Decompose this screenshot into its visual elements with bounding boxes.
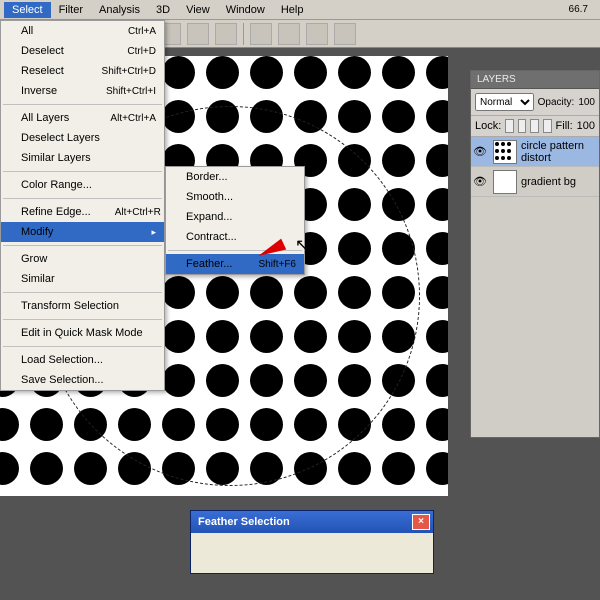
feather-dialog: Feather Selection × [190,510,434,574]
menu-item-deselect[interactable]: DeselectCtrl+D [1,41,164,61]
menu-item-similar[interactable]: Similar [1,269,164,289]
menu-item-all[interactable]: AllCtrl+A [1,21,164,41]
visibility-eye-icon[interactable]: 👁 [471,145,489,158]
menu-item-reselect: ReselectShift+Ctrl+D [1,61,164,81]
layer-thumbnail[interactable] [493,140,517,164]
lock-all-icon[interactable] [543,119,552,133]
menu-select[interactable]: Select [4,2,51,18]
blend-mode-select[interactable]: Normal [475,93,534,111]
layer-row[interactable]: 👁 circle pattern distort [471,137,599,167]
menu-view[interactable]: View [178,2,218,18]
dialog-body [191,533,433,573]
layer-row[interactable]: 👁 gradient bg [471,167,599,197]
layer-name[interactable]: gradient bg [521,176,599,188]
menu-bar: Select Filter Analysis 3D View Window He… [0,0,600,20]
layers-list: 👁 circle pattern distort 👁 gradient bg [471,137,599,437]
menu-3d[interactable]: 3D [148,2,178,18]
opacity-value[interactable]: 100 [578,97,595,108]
menu-item-smooth[interactable]: Smooth... [166,187,304,207]
tool-button[interactable] [250,23,272,45]
menu-item-color-range[interactable]: Color Range... [1,175,164,195]
menu-item-similar-layers[interactable]: Similar Layers [1,148,164,168]
menu-item-feather[interactable]: Feather...Shift+F6 [166,254,304,274]
fill-label: Fill: [556,120,573,132]
lock-transparent-icon[interactable] [505,119,514,133]
lock-pixels-icon[interactable] [518,119,527,133]
menu-item-quick-mask[interactable]: Edit in Quick Mask Mode [1,323,164,343]
zoom-level: 66.7 [569,4,588,15]
tool-button[interactable] [306,23,328,45]
close-icon[interactable]: × [412,514,430,530]
modify-submenu: Border... Smooth... Expand... Contract..… [165,166,305,275]
select-menu-dropdown: AllCtrl+A DeselectCtrl+D ReselectShift+C… [0,20,165,391]
tool-button[interactable] [215,23,237,45]
menu-item-transform-selection[interactable]: Transform Selection [1,296,164,316]
menu-item-load-selection[interactable]: Load Selection... [1,350,164,370]
fill-value[interactable]: 100 [577,120,595,132]
layer-thumbnail[interactable] [493,170,517,194]
menu-item-expand[interactable]: Expand... [166,207,304,227]
tool-button[interactable] [187,23,209,45]
dialog-titlebar[interactable]: Feather Selection × [191,511,433,533]
menu-item-inverse[interactable]: InverseShift+Ctrl+I [1,81,164,101]
visibility-eye-icon[interactable]: 👁 [471,175,489,188]
menu-item-refine-edge[interactable]: Refine Edge...Alt+Ctrl+R [1,202,164,222]
menu-window[interactable]: Window [218,2,273,18]
divider [243,23,244,45]
menu-item-deselect-layers[interactable]: Deselect Layers [1,128,164,148]
layer-name[interactable]: circle pattern distort [521,140,599,164]
menu-item-all-layers[interactable]: All LayersAlt+Ctrl+A [1,108,164,128]
menu-item-modify[interactable]: Modify [1,222,164,242]
layers-panel: LAYERS Normal Opacity: 100 Lock: Fill: 1… [470,70,600,438]
menu-filter[interactable]: Filter [51,2,91,18]
menu-item-border[interactable]: Border... [166,167,304,187]
tool-button[interactable] [278,23,300,45]
dialog-title: Feather Selection [194,516,412,528]
opacity-label: Opacity: [538,97,575,108]
menu-item-contract[interactable]: Contract... [166,227,304,247]
menu-item-save-selection[interactable]: Save Selection... [1,370,164,390]
lock-label: Lock: [475,120,501,132]
layers-panel-title: LAYERS [471,71,599,89]
menu-analysis[interactable]: Analysis [91,2,148,18]
tool-button[interactable] [334,23,356,45]
menu-help[interactable]: Help [273,2,312,18]
lock-position-icon[interactable] [530,119,539,133]
menu-item-grow[interactable]: Grow [1,249,164,269]
